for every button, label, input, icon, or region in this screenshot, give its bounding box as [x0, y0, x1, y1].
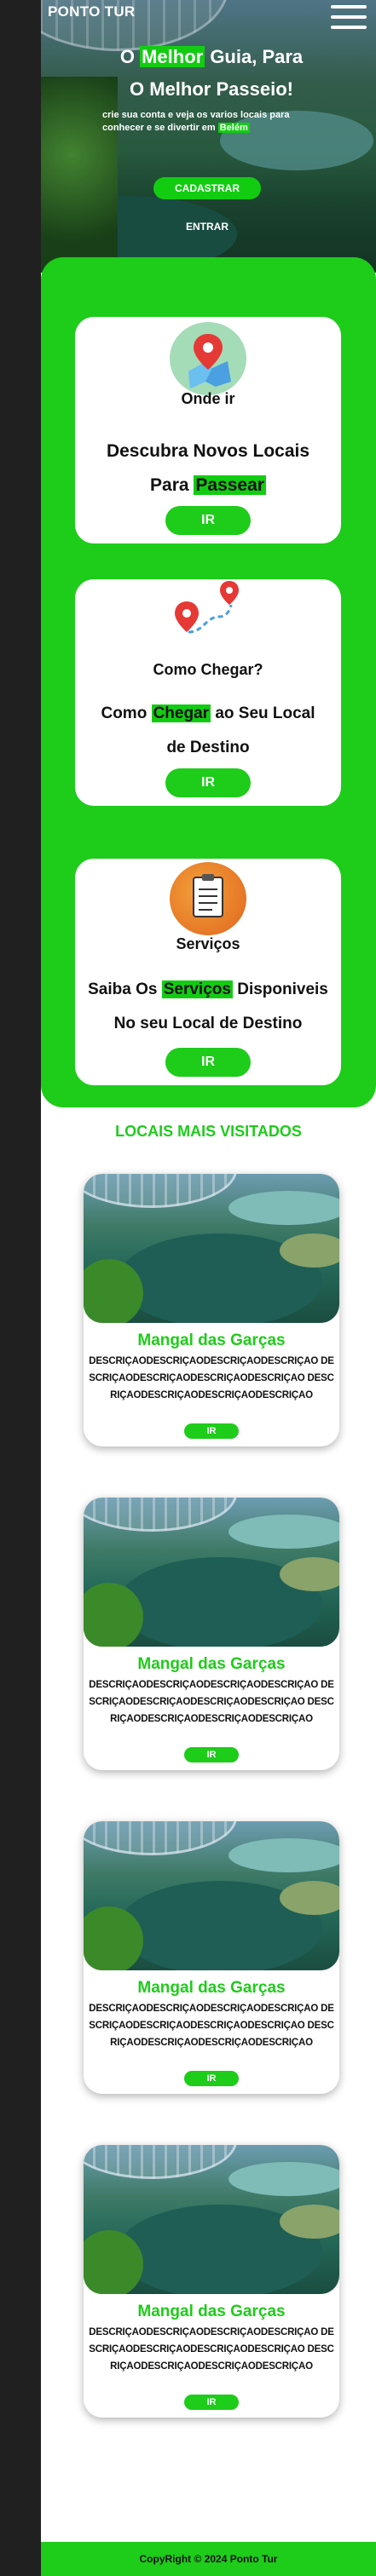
card-highlight: Passear — [194, 475, 266, 495]
main-content: PONTO TUR O Melhor Guia, Para O Melhor P… — [41, 0, 376, 2576]
place-photo — [84, 1821, 339, 1970]
clipboard-icon — [170, 862, 246, 935]
page: PONTO TUR O Melhor Guia, Para O Melhor P… — [0, 0, 376, 2576]
map-pin-icon — [170, 322, 246, 395]
card-servicos: Serviços Saiba Os Serviços Disponiveis N… — [75, 859, 341, 1085]
hero-subtitle-highlight: Belém — [217, 123, 250, 133]
card-go-button[interactable]: IR — [165, 1048, 251, 1077]
place-card: Mangal das Garças DESCRIÇAODESCRIÇAODESC… — [84, 1821, 339, 2094]
card-highlight: Chegar — [151, 704, 211, 722]
footer: CopyRight © 2024 Ponto Tur — [41, 2542, 376, 2576]
card-go-button[interactable]: IR — [165, 768, 251, 797]
card-como-chegar: Como Chegar? Como Chegar ao Seu Local de… — [75, 579, 341, 806]
hero-subtitle: crie sua conta e veja os varios locais p… — [102, 110, 290, 133]
place-go-button[interactable]: IR — [184, 2395, 239, 2410]
place-photo — [84, 2145, 339, 2294]
place-name: Mangal das Garças — [137, 2303, 286, 2320]
card-description: Saiba Os Serviços Disponiveis No seu Loc… — [88, 980, 328, 1032]
place-go-button[interactable]: IR — [184, 2071, 239, 2086]
card-title: Serviços — [176, 935, 240, 952]
left-rail — [0, 0, 41, 2576]
register-button[interactable]: CADASTRAR — [153, 177, 261, 199]
features-panel: Onde ir Descubra Novos Locais Para Passe… — [41, 257, 376, 1107]
place-name: Mangal das Garças — [137, 1979, 286, 1997]
place-card: Mangal das Garças DESCRIÇAODESCRIÇAODESC… — [84, 2145, 339, 2418]
login-button[interactable]: ENTRAR — [169, 218, 246, 235]
hero-title-highlight: Melhor — [140, 46, 205, 67]
hero-banner: PONTO TUR O Melhor Guia, Para O Melhor P… — [41, 0, 376, 273]
place-go-button[interactable]: IR — [184, 1747, 239, 1762]
place-name: Mangal das Garças — [137, 1655, 286, 1673]
card-highlight: Serviços — [161, 980, 233, 998]
card-go-button[interactable]: IR — [165, 506, 251, 535]
place-photo — [84, 1498, 339, 1647]
hero-title: O Melhor Guia, Para O Melhor Passeio! — [119, 46, 304, 100]
place-name: Mangal das Garças — [137, 1331, 286, 1349]
place-card: Mangal das Garças DESCRIÇAODESCRIÇAODESC… — [84, 1498, 339, 1770]
hamburger-menu-icon[interactable] — [331, 5, 367, 34]
route-icon — [170, 579, 246, 653]
card-description: Descubra Novos Locais Para Passear — [106, 441, 310, 495]
card-title: Onde ir — [181, 390, 235, 407]
section-title: LOCAIS MAIS VISITADOS — [115, 1123, 302, 1140]
place-go-button[interactable]: IR — [184, 1423, 239, 1439]
site-logo[interactable]: PONTO TUR — [48, 3, 136, 20]
place-description: DESCRIÇAODESCRIÇAODESCRIÇAODESCRIÇAO DES… — [89, 2327, 334, 2372]
card-title: Como Chegar? — [153, 661, 263, 678]
place-description: DESCRIÇAODESCRIÇAODESCRIÇAODESCRIÇAO DES… — [89, 1356, 334, 1400]
card-description: Como Chegar ao Seu Local de Destino — [101, 704, 315, 756]
place-description: DESCRIÇAODESCRIÇAODESCRIÇAODESCRIÇAO DES… — [89, 2004, 334, 2048]
place-card: Mangal das Garças DESCRIÇAODESCRIÇAODESC… — [84, 1174, 339, 1446]
place-photo — [84, 1174, 339, 1323]
place-description: DESCRIÇAODESCRIÇAODESCRIÇAODESCRIÇAO DES… — [89, 1680, 334, 1724]
card-onde-ir: Onde ir Descubra Novos Locais Para Passe… — [75, 317, 341, 543]
